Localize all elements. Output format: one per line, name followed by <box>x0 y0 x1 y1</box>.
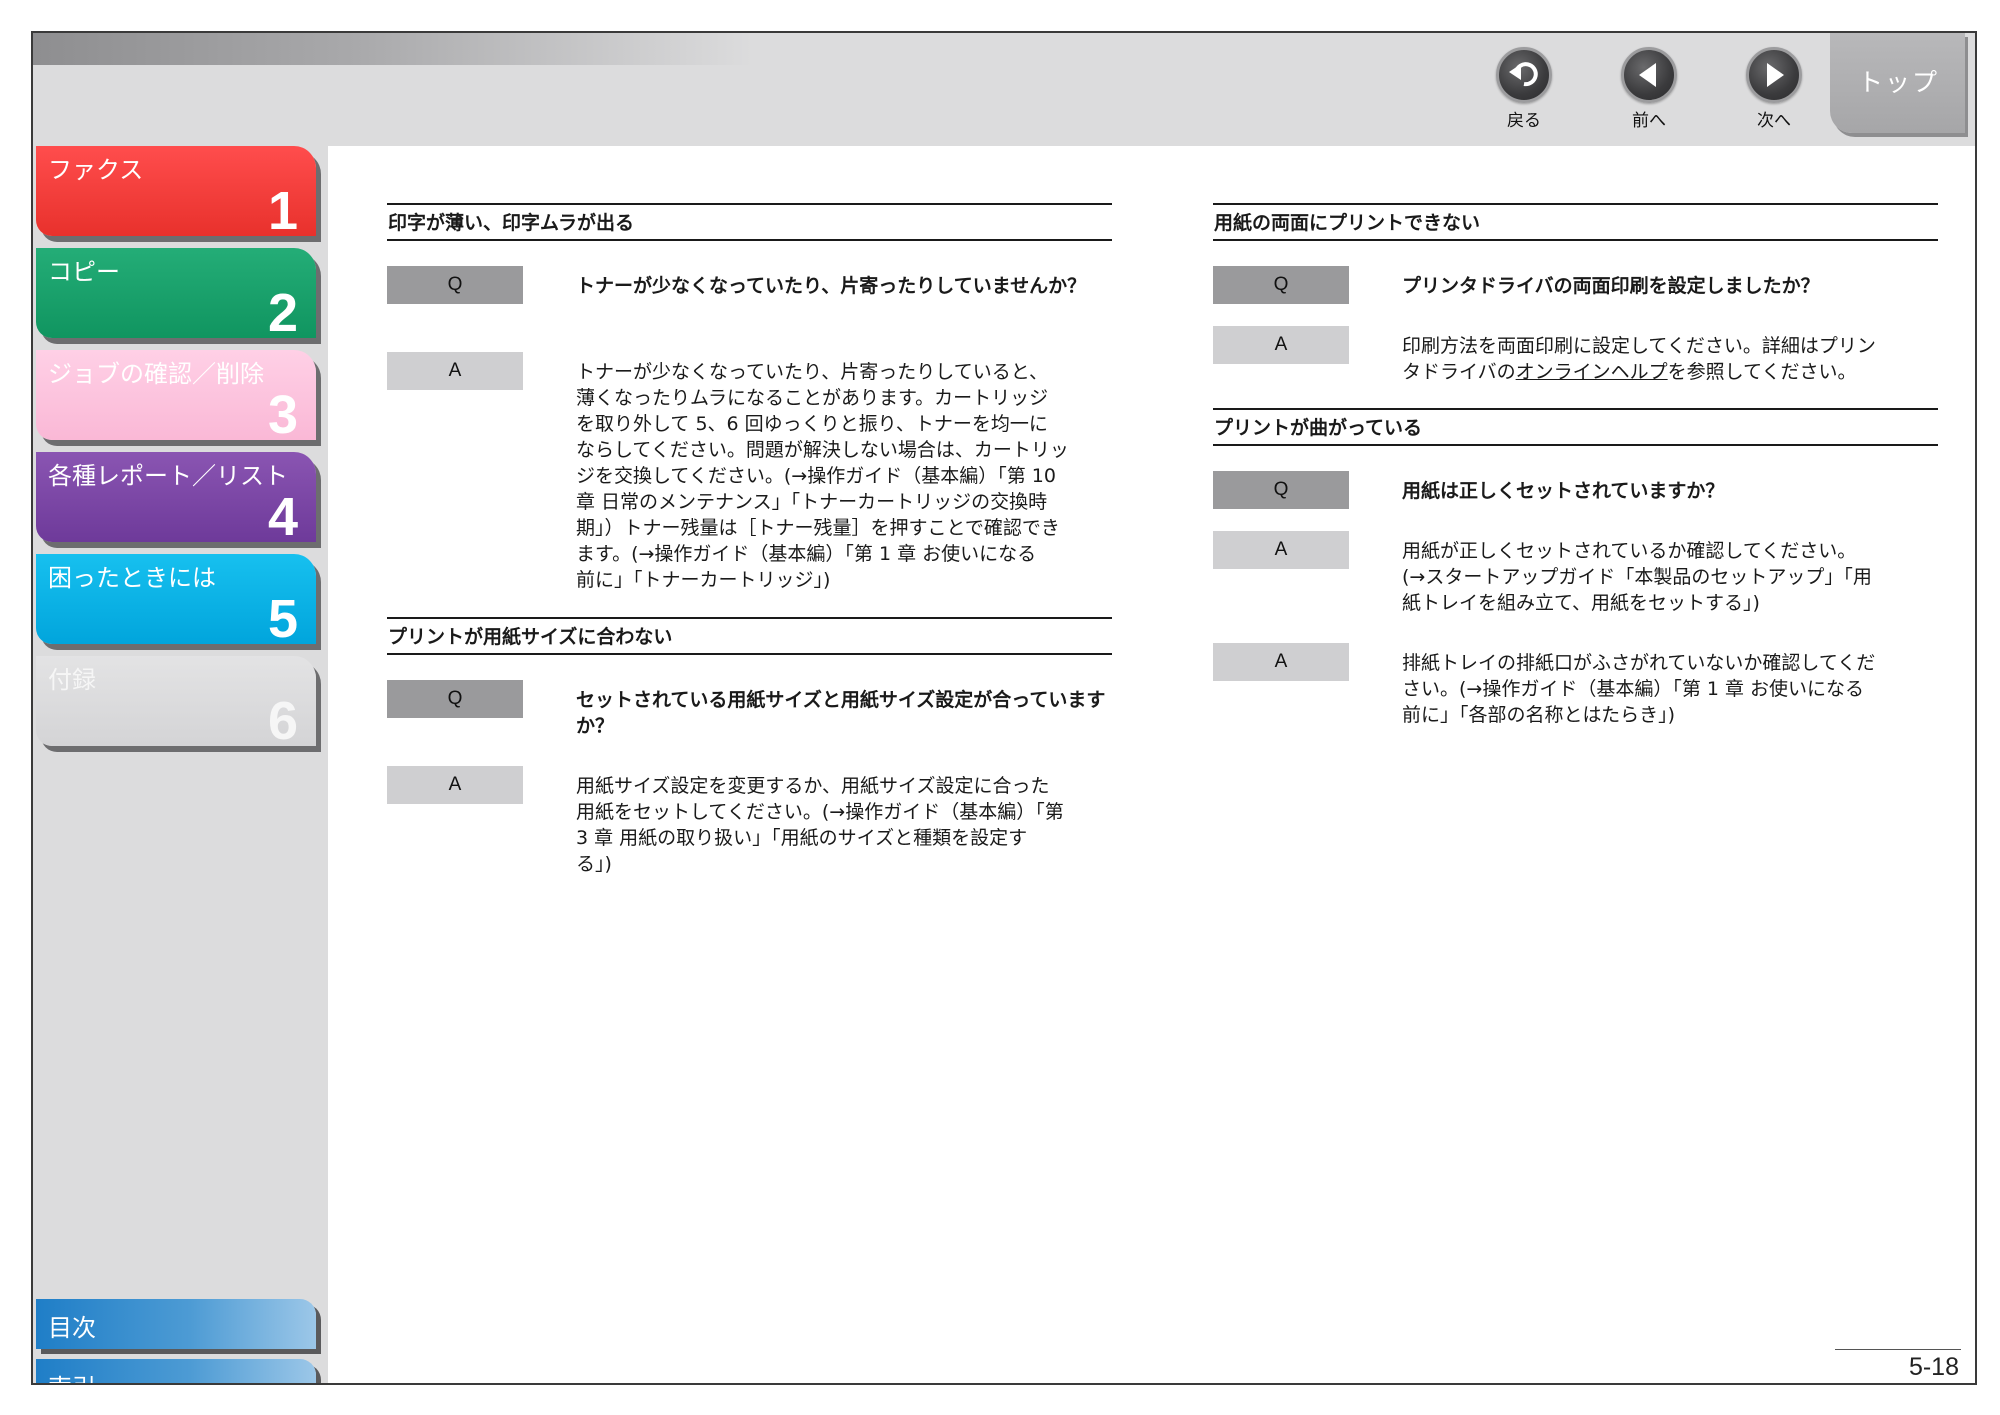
answer-line: 用紙をセットしてください。(→操作ガイド（基本編）「第 <box>576 801 1064 823</box>
answer-text: 排紙トレイの排紙口がふさがれていないか確認してくだ さい。(→操作ガイド（基本編… <box>1402 650 1942 728</box>
answer-line: 前に」「トナーカートリッジ」) <box>576 569 831 591</box>
next-label: 次へ <box>1757 111 1791 131</box>
answer-line: さい。(→操作ガイド（基本編）「第 1 章 お使いになる <box>1402 678 1865 700</box>
header-gradient-strip <box>33 33 753 65</box>
chapter-number: 6 <box>267 691 298 746</box>
answer-tag: A <box>1213 531 1349 569</box>
answer-line: トナーが少なくなっていたり、片寄ったりしていると、 <box>576 361 1048 383</box>
next-button[interactable]: 次へ <box>1734 47 1814 135</box>
manual-page: 戻る 前へ 次へ トップ ファクス 1 コピー 2 ジョブの確認／削除 3 各種… <box>31 31 1977 1385</box>
triangle-left-icon <box>1621 47 1677 103</box>
chapter-title: 各種レポート／リスト <box>48 462 288 490</box>
answer-line: ジを交換してください。(→操作ガイド（基本編）「第 10 <box>576 465 1056 487</box>
chapter-title: 困ったときには <box>48 564 216 592</box>
page-number: 5-18 <box>1908 1353 1959 1381</box>
question-text: セットされている用紙サイズと用紙サイズ設定が合っていますか？ <box>576 689 1106 737</box>
section-heading: 印字が薄い、印字ムラが出る <box>387 203 1112 241</box>
chapter-title: ジョブの確認／削除 <box>48 360 264 388</box>
back-arrow-icon <box>1496 47 1552 103</box>
triangle-right-icon <box>1746 47 1802 103</box>
table-of-contents-button[interactable]: 目次 <box>36 1299 316 1349</box>
answer-tag: A <box>1213 326 1349 364</box>
section-heading: 用紙の両面にプリントできない <box>1213 203 1938 241</box>
section-heading: プリントが用紙サイズに合わない <box>387 617 1112 655</box>
answer-fragment: を参照してください。 <box>1667 361 1857 383</box>
answer-text: 用紙が正しくセットされているか確認してください。 (→スタートアップガイド「本製… <box>1402 538 1942 616</box>
chapter-tab-job-status[interactable]: ジョブの確認／削除 3 <box>36 350 316 440</box>
page-number-rule <box>1835 1349 1961 1350</box>
chapter-tab-reports[interactable]: 各種レポート／リスト 4 <box>36 452 316 542</box>
chapter-title: ファクス <box>48 156 144 184</box>
chapter-sidebar: ファクス 1 コピー 2 ジョブの確認／削除 3 各種レポート／リスト 4 困っ… <box>33 146 328 1383</box>
answer-line: 用紙が正しくセットされているか確認してください。 <box>1402 540 1857 562</box>
answer-line: 排紙トレイの排紙口がふさがれていないか確認してくだ <box>1402 652 1876 674</box>
top-tab-label: トップ <box>1858 68 1940 97</box>
previous-label: 前へ <box>1632 111 1666 131</box>
answer-fragment: タドライバの <box>1402 361 1516 383</box>
back-button[interactable]: 戻る <box>1484 47 1564 135</box>
answer-text: 印刷方法を両面印刷に設定してください。詳細はプリン タドライバのオンラインヘルプ… <box>1402 333 1942 385</box>
toc-label: 目次 <box>48 1314 96 1342</box>
answer-line: を取り外して 5、6 回ゆっくりと振り、トナーを均一に <box>576 413 1048 435</box>
top-tab[interactable]: トップ <box>1830 33 1965 133</box>
previous-button[interactable]: 前へ <box>1609 47 1689 135</box>
chapter-tab-fax[interactable]: ファクス 1 <box>36 146 316 236</box>
header-bar: 戻る 前へ 次へ トップ <box>33 33 1975 146</box>
chapter-tab-copy[interactable]: コピー 2 <box>36 248 316 338</box>
back-label: 戻る <box>1507 111 1541 131</box>
chapter-number: 5 <box>267 589 298 644</box>
answer-line: 薄くなったりムラになることがあります。カートリッジ <box>576 387 1049 409</box>
answer-line: 章 日常のメンテナンス」「トナーカートリッジの交換時 <box>576 491 1048 513</box>
chapter-tab-appendix[interactable]: 付録 6 <box>36 656 316 746</box>
chapter-number: 4 <box>267 487 298 542</box>
answer-line: 期」）トナー残量は［トナー残量］を押すことで確認でき <box>576 517 1060 539</box>
index-button[interactable]: 索引 <box>36 1359 316 1383</box>
answer-line: 印刷方法を両面印刷に設定してください。詳細はプリン <box>1402 335 1876 357</box>
question-tag: Q <box>1213 266 1349 304</box>
answer-line: 紙トレイを組み立て、用紙をセットする」) <box>1402 592 1760 614</box>
answer-text: 用紙サイズ設定を変更するか、用紙サイズ設定に合った 用紙をセットしてください。(… <box>576 773 1116 877</box>
answer-line: ます。(→操作ガイド（基本編）「第 1 章 お使いになる <box>576 543 1037 565</box>
answer-line: 3 章 用紙の取り扱い」「用紙のサイズと種類を設定す <box>576 827 1028 849</box>
question-text: トナーが少なくなっていたり、片寄ったりしていませんか？ <box>576 275 1087 297</box>
index-label: 索引 <box>48 1368 96 1383</box>
question-tag: Q <box>387 266 523 304</box>
chapter-title: 付録 <box>48 666 96 694</box>
answer-line: 用紙サイズ設定を変更するか、用紙サイズ設定に合った <box>576 775 1050 797</box>
question-text: プリンタドライバの両面印刷を設定しましたか？ <box>1402 275 1820 297</box>
section-heading: プリントが曲がっている <box>1213 408 1938 446</box>
chapter-number: 3 <box>267 385 298 440</box>
question-tag: Q <box>387 680 523 718</box>
chapter-number: 2 <box>267 283 298 338</box>
question-text: 用紙は正しくセットされていますか？ <box>1402 480 1725 502</box>
answer-text: トナーが少なくなっていたり、片寄ったりしていると、 薄くなったりムラになることが… <box>576 359 1116 593</box>
chapter-tab-troubleshooting[interactable]: 困ったときには 5 <box>36 554 316 644</box>
answer-tag: A <box>387 352 523 390</box>
question-tag: Q <box>1213 471 1349 509</box>
answer-line: (→スタートアップガイド「本製品のセットアップ」「用 <box>1402 566 1872 588</box>
answer-tag: A <box>387 766 523 804</box>
answer-line: ならしてください。問題が解決しない場合は、カートリッ <box>576 439 1069 461</box>
online-help-link[interactable]: オンラインヘルプ <box>1516 361 1668 383</box>
answer-tag: A <box>1213 643 1349 681</box>
answer-line: る」) <box>576 853 612 875</box>
answer-line: タドライバのオンラインヘルプを参照してください。 <box>1402 359 1942 385</box>
chapter-title: コピー <box>48 258 120 286</box>
chapter-number: 1 <box>267 181 298 236</box>
answer-line: 前に」「各部の名称とはたらき」) <box>1402 704 1676 726</box>
